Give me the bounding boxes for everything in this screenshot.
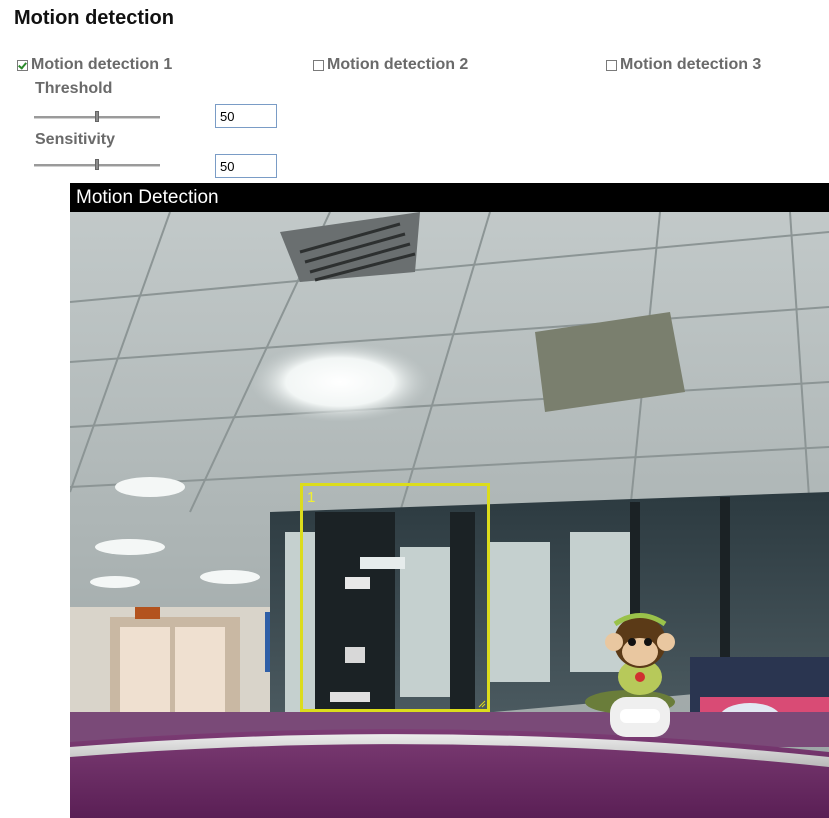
motion-detection-2-label: Motion detection 2 xyxy=(327,56,469,73)
motion-zone-1-resize-handle[interactable] xyxy=(478,700,486,708)
page-title: Motion detection xyxy=(14,7,174,29)
motion-zone-1[interactable]: 1 xyxy=(300,483,490,712)
threshold-slider[interactable] xyxy=(34,111,160,122)
motion-detection-1-label: Motion detection 1 xyxy=(31,56,173,73)
video-panel-title: Motion Detection xyxy=(70,183,829,212)
motion-zone-1-label: 1 xyxy=(307,489,316,506)
resize-grip-icon xyxy=(478,700,486,708)
camera-live-view[interactable]: 1 xyxy=(70,212,829,818)
motion-detection-2-option[interactable]: Motion detection 2 xyxy=(313,56,468,74)
sensitivity-slider[interactable] xyxy=(34,159,160,170)
motion-detection-3-checkbox[interactable] xyxy=(606,59,617,71)
threshold-label: Threshold xyxy=(35,80,113,97)
motion-detection-3-label: Motion detection 3 xyxy=(620,56,762,73)
motion-detection-1-option[interactable]: Motion detection 1 xyxy=(17,56,172,74)
motion-detection-2-checkbox[interactable] xyxy=(313,59,324,71)
sensitivity-input[interactable] xyxy=(215,154,277,178)
motion-detection-1-checkbox[interactable] xyxy=(17,59,28,71)
motion-detection-video-panel: Motion Detection 1 xyxy=(70,183,829,818)
sensitivity-slider-thumb[interactable] xyxy=(95,159,99,170)
threshold-slider-thumb[interactable] xyxy=(95,111,99,122)
threshold-input[interactable] xyxy=(215,104,277,128)
sensitivity-label: Sensitivity xyxy=(35,131,116,148)
motion-detection-3-option[interactable]: Motion detection 3 xyxy=(606,56,761,74)
